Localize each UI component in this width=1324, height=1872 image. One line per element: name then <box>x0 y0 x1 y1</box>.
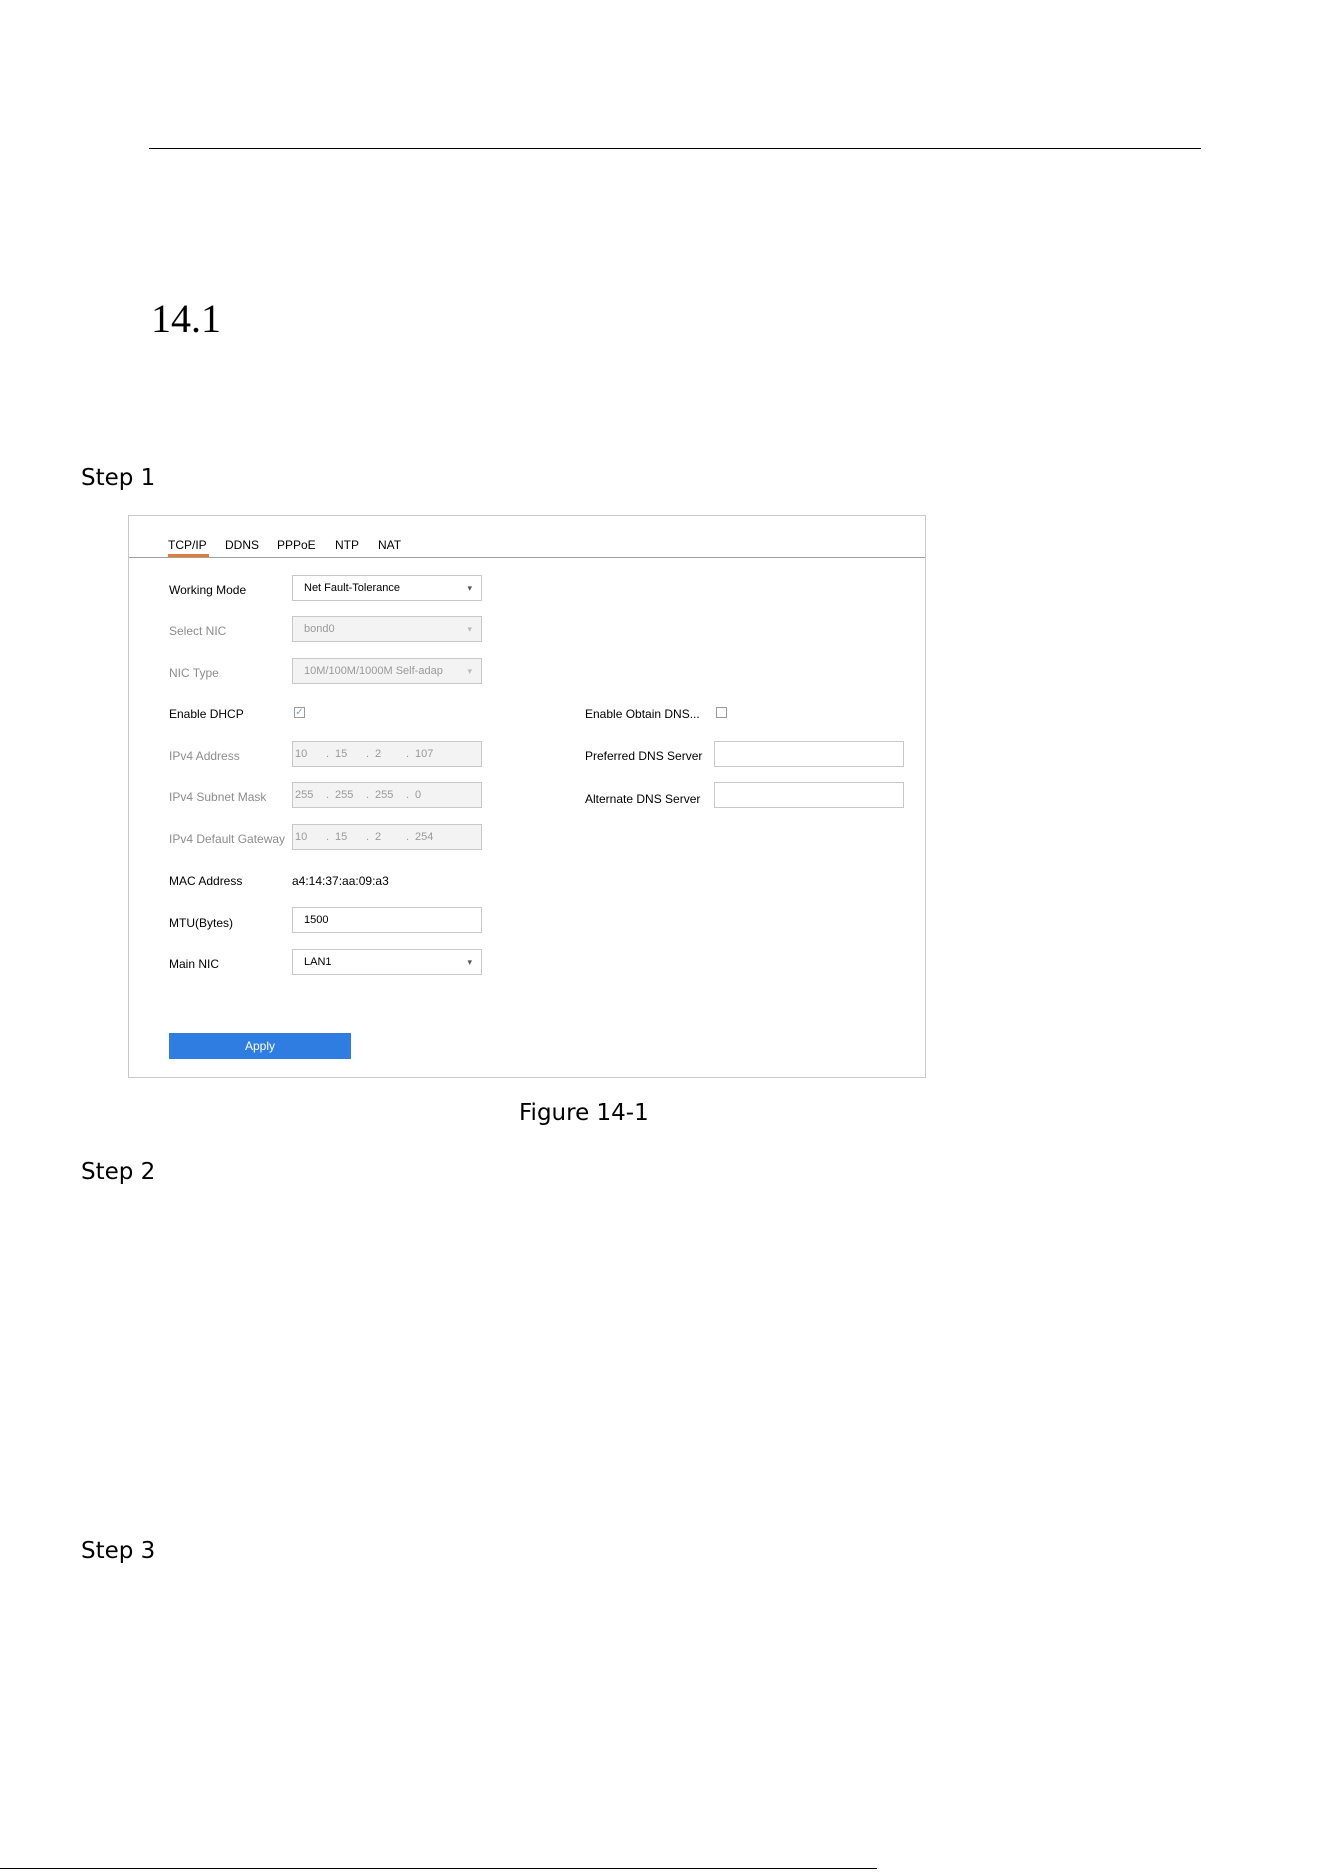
ip-separator: . <box>406 748 410 760</box>
ip-octet: 10 <box>295 831 308 843</box>
ip-octet: 107 <box>415 748 434 760</box>
ip-octet: 255 <box>295 789 314 801</box>
chevron-down-icon: ▾ <box>467 666 472 676</box>
step-2-label: Step 2 <box>81 1159 156 1185</box>
mac-address-value: a4:14:37:aa:09:a3 <box>292 874 389 888</box>
ip-separator: . <box>366 789 370 801</box>
tabs-divider <box>129 557 925 558</box>
select-nic-label: Select NIC <box>169 624 227 638</box>
preferred-dns-label: Preferred DNS Server <box>585 749 703 763</box>
chevron-down-icon: ▾ <box>467 624 472 634</box>
ipv4-default-gateway-label: IPv4 Default Gateway <box>169 832 286 846</box>
ip-separator: . <box>406 831 410 843</box>
ip-octet: 2 <box>375 748 382 760</box>
chevron-down-icon: ▾ <box>467 583 472 593</box>
nic-type-select[interactable]: 10M/100M/1000M Self-adap ▾ <box>292 658 482 684</box>
ip-separator: . <box>366 831 370 843</box>
ip-separator: . <box>326 789 330 801</box>
ip-octet: 15 <box>335 831 348 843</box>
main-nic-value: LAN1 <box>304 956 332 968</box>
chevron-down-icon: ▾ <box>467 957 472 967</box>
alternate-dns-label: Alternate DNS Server <box>585 792 701 806</box>
ip-octet: 255 <box>375 789 394 801</box>
ip-octet: 255 <box>335 789 354 801</box>
ipv4-subnet-mask-field[interactable]: 255 . 255 . 255 . 0 <box>292 782 482 808</box>
tab-pppoe[interactable]: PPPoE <box>277 538 316 552</box>
nic-type-value: 10M/100M/1000M Self-adap <box>304 665 443 677</box>
preferred-dns-input[interactable] <box>714 741 904 767</box>
ipv4-address-field[interactable]: 10 . 15 . 2 . 107 <box>292 741 482 767</box>
tab-tcp-ip[interactable]: TCP/IP <box>168 538 207 552</box>
step-3-label: Step 3 <box>81 1538 156 1564</box>
ip-octet: 15 <box>335 748 348 760</box>
mtu-value: 1500 <box>304 914 329 926</box>
enable-obtain-dns-checkbox[interactable] <box>716 707 727 718</box>
alternate-dns-input[interactable] <box>714 782 904 808</box>
footer-rule <box>0 1868 877 1869</box>
section-number: 14.1 <box>151 296 221 341</box>
tab-ntp[interactable]: NTP <box>335 538 359 552</box>
select-nic-select[interactable]: bond0 ▾ <box>292 616 482 642</box>
ip-octet: 254 <box>415 831 434 843</box>
checkmark-icon: ✓ <box>295 707 304 718</box>
main-nic-select[interactable]: LAN1 ▾ <box>292 949 482 975</box>
enable-obtain-dns-label: Enable Obtain DNS... <box>585 707 700 721</box>
step-1-label: Step 1 <box>81 465 156 491</box>
tab-ddns[interactable]: DDNS <box>225 538 259 552</box>
mac-address-label: MAC Address <box>169 874 243 888</box>
working-mode-value: Net Fault-Tolerance <box>304 582 400 594</box>
ipv4-subnet-mask-label: IPv4 Subnet Mask <box>169 790 267 804</box>
working-mode-label: Working Mode <box>169 583 247 597</box>
ip-separator: . <box>326 748 330 760</box>
ip-octet: 0 <box>415 789 422 801</box>
ip-separator: . <box>366 748 370 760</box>
apply-button[interactable]: Apply <box>169 1033 351 1059</box>
tab-nat[interactable]: NAT <box>378 538 401 552</box>
ip-octet: 10 <box>295 748 308 760</box>
working-mode-select[interactable]: Net Fault-Tolerance ▾ <box>292 575 482 601</box>
enable-dhcp-checkbox[interactable]: ✓ <box>294 707 305 718</box>
figure-caption: Figure 14-1 <box>519 1100 649 1126</box>
nic-type-label: NIC Type <box>169 666 219 680</box>
ip-octet: 2 <box>375 831 382 843</box>
ipv4-address-label: IPv4 Address <box>169 749 240 763</box>
enable-dhcp-label: Enable DHCP <box>169 707 244 721</box>
mtu-input[interactable]: 1500 <box>292 907 482 933</box>
main-nic-label: Main NIC <box>169 957 220 971</box>
mtu-label: MTU(Bytes) <box>169 916 233 930</box>
network-settings-panel: TCP/IP DDNS PPPoE NTP NAT Working Mode N… <box>128 515 926 1078</box>
header-rule <box>149 148 1201 149</box>
ipv4-default-gateway-field[interactable]: 10 . 15 . 2 . 254 <box>292 824 482 850</box>
ip-separator: . <box>406 789 410 801</box>
ip-separator: . <box>326 831 330 843</box>
select-nic-value: bond0 <box>304 623 335 635</box>
